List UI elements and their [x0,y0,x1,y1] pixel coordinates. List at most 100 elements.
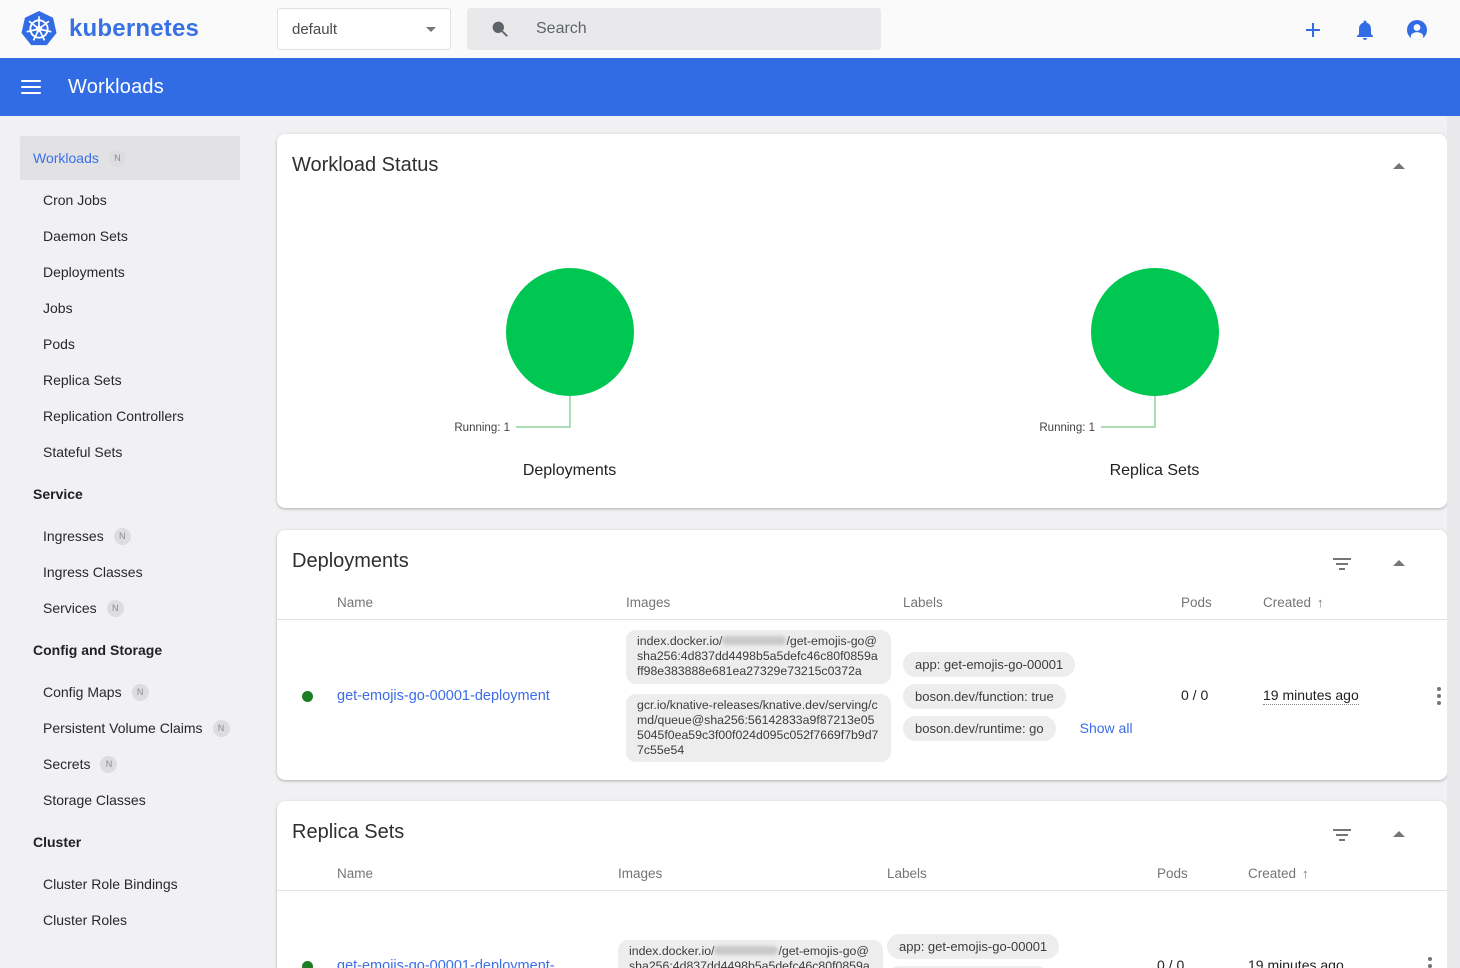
sidebar: WorkloadsNCron Jobs Daemon Sets Deployment… [0,116,260,968]
collapse-arrow-icon[interactable] [1393,831,1405,837]
sidebar-item-label: Jobs [43,300,73,316]
sidebar-item-ingress-classes[interactable]: Ingress Classes [0,554,260,590]
column-header-created[interactable]: Created↑ [1263,595,1392,610]
pods-count: 0 / 0 [1181,687,1208,703]
chart-label: Deployments [277,462,862,480]
app-bar: Workloads [0,58,1460,116]
sidebar-item-label: Stateful Sets [43,444,122,460]
sort-ascending-icon: ↑ [1317,595,1324,610]
sidebar-item-services[interactable]: ServicesN [0,590,260,626]
sidebar-item-label: Replication Controllers [43,408,184,424]
sidebar-item-persistent-volume-claims[interactable]: Persistent Volume ClaimsN [0,710,260,746]
account-avatar-icon[interactable] [1405,18,1429,42]
deployments-card: Deployments Name Images Labels Pods Crea… [277,530,1447,780]
pie-slice-running [1091,268,1219,396]
sidebar-item-label: Services [43,600,97,616]
vertical-scrollbar[interactable] [1447,116,1460,968]
callout-label: Running: 1 [454,422,510,434]
image-chip: index.docker.io//get-emojis-go@sha256:4d… [618,940,883,968]
sidebar-item-cron-jobs[interactable]: Cron Jobs [0,182,260,218]
column-header-images[interactable]: Images [626,595,903,610]
column-header-labels[interactable]: Labels [887,866,1157,881]
replicasets-table-header: Name Images Labels Pods Created↑ [277,857,1447,891]
sidebar-item-replication-controllers[interactable]: Replication Controllers [0,398,260,434]
created-time[interactable]: 19 minutes ago [1248,957,1344,968]
new-badge: N [114,528,131,545]
sidebar-section-cluster: Cluster [0,824,260,860]
callout-label: Running: 1 [1039,422,1095,434]
sidebar-item-pods[interactable]: Pods [0,326,260,362]
search-icon [490,19,511,40]
menu-hamburger-icon[interactable] [21,76,41,98]
filter-icon[interactable] [1333,829,1351,844]
kubernetes-helm-icon [20,10,58,48]
replicasets-pie-svg: Running: 1 [865,203,1445,455]
sidebar-item-config-maps[interactable]: Config MapsN [0,674,260,710]
sidebar-item-deployments[interactable]: Deployments [0,254,260,290]
notifications-bell-icon[interactable] [1353,18,1377,42]
column-header-labels[interactable]: Labels [903,595,1181,610]
sidebar-item-jobs[interactable]: Jobs [0,290,260,326]
sidebar-item-cluster-roles[interactable]: Cluster Roles [0,902,260,938]
row-menu-kebab-icon[interactable] [1422,951,1438,968]
label-chip: app: get-emojis-go-00001 [903,652,1075,677]
deployment-name-link[interactable]: get-emojis-go-00001-deployment [337,688,550,704]
page-title: Workloads [68,76,164,99]
sidebar-item-cluster-role-bindings[interactable]: Cluster Role Bindings [0,866,260,902]
workload-status-title: Workload Status [277,134,1447,177]
sidebar-item-workloads[interactable]: WorkloadsN [20,136,240,180]
sidebar-section-service: Service [0,476,260,512]
sidebar-item-storage-classes[interactable]: Storage Classes [0,782,260,818]
images-cell: index.docker.io//get-emojis-go@sha256:4d… [618,940,887,968]
sidebar-item-stateful-sets[interactable]: Stateful Sets [0,434,260,470]
column-header-created[interactable]: Created↑ [1248,866,1383,881]
create-plus-icon[interactable] [1301,18,1325,42]
top-header: kubernetes default [0,0,1460,58]
workload-status-card: Workload Status Running: 1 Deployments R [277,134,1447,508]
replicaset-row: get-emojis-go-00001-deployment- index.do… [277,891,1447,968]
sidebar-item-secrets[interactable]: SecretsN [0,746,260,782]
deployments-title: Deployments [277,530,1447,573]
deployments-pie-chart: Running: 1 Deployments [277,203,862,480]
row-menu-kebab-icon[interactable] [1431,681,1447,711]
sidebar-item-replica-sets[interactable]: Replica Sets [0,362,260,398]
collapse-arrow-icon[interactable] [1393,163,1405,169]
sidebar-item-label: Service [33,486,83,502]
sidebar-item-ingresses[interactable]: Ingresses N [0,518,260,554]
sidebar-item-label: Pods [43,336,75,352]
namespace-selector[interactable]: default [277,8,451,50]
column-header-pods[interactable]: Pods [1157,866,1248,881]
new-badge: N [213,720,230,737]
filter-icon[interactable] [1333,558,1351,573]
replicaset-name-link[interactable]: get-emojis-go-00001-deployment- [337,958,555,968]
sidebar-item-daemon-sets[interactable]: Daemon Sets [0,218,260,254]
chevron-down-icon [426,27,436,32]
deployments-pie-svg: Running: 1 [280,203,860,455]
label-chip: boson.dev/function: true [903,684,1066,709]
column-header-images[interactable]: Images [618,866,887,881]
sidebar-item-label: Cluster [33,834,81,850]
sidebar-item-label: Deployments [43,264,125,280]
label-chip: boson.dev/runtime: go [903,716,1056,741]
callout-line [1101,396,1155,427]
show-all-link[interactable]: Show all [1080,720,1133,736]
labels-cell: app: get-emojis-go-00001 boson.dev/funct… [887,934,1157,968]
replicasets-card: Replica Sets Name Images Labels Pods Cre… [277,801,1447,968]
collapse-arrow-icon[interactable] [1393,560,1405,566]
new-badge: N [100,756,117,773]
column-header-name[interactable]: Name [337,595,626,610]
sidebar-item-label: Daemon Sets [43,228,128,244]
replicasets-pie-chart: Running: 1 Replica Sets [862,203,1447,480]
sidebar-item-label: Cluster Role Bindings [43,876,178,892]
status-running-icon [302,691,313,702]
column-header-pods[interactable]: Pods [1181,595,1263,610]
column-header-name[interactable]: Name [337,866,618,881]
sidebar-item-label: Storage Classes [43,792,146,808]
chart-label: Replica Sets [862,462,1447,480]
kubernetes-logo[interactable]: kubernetes [20,10,199,48]
sidebar-item-label: Replica Sets [43,372,122,388]
search-input[interactable] [536,20,816,38]
replicasets-title: Replica Sets [277,801,1447,844]
created-time[interactable]: 19 minutes ago [1263,687,1359,705]
sidebar-item-label: Ingresses [43,528,104,544]
